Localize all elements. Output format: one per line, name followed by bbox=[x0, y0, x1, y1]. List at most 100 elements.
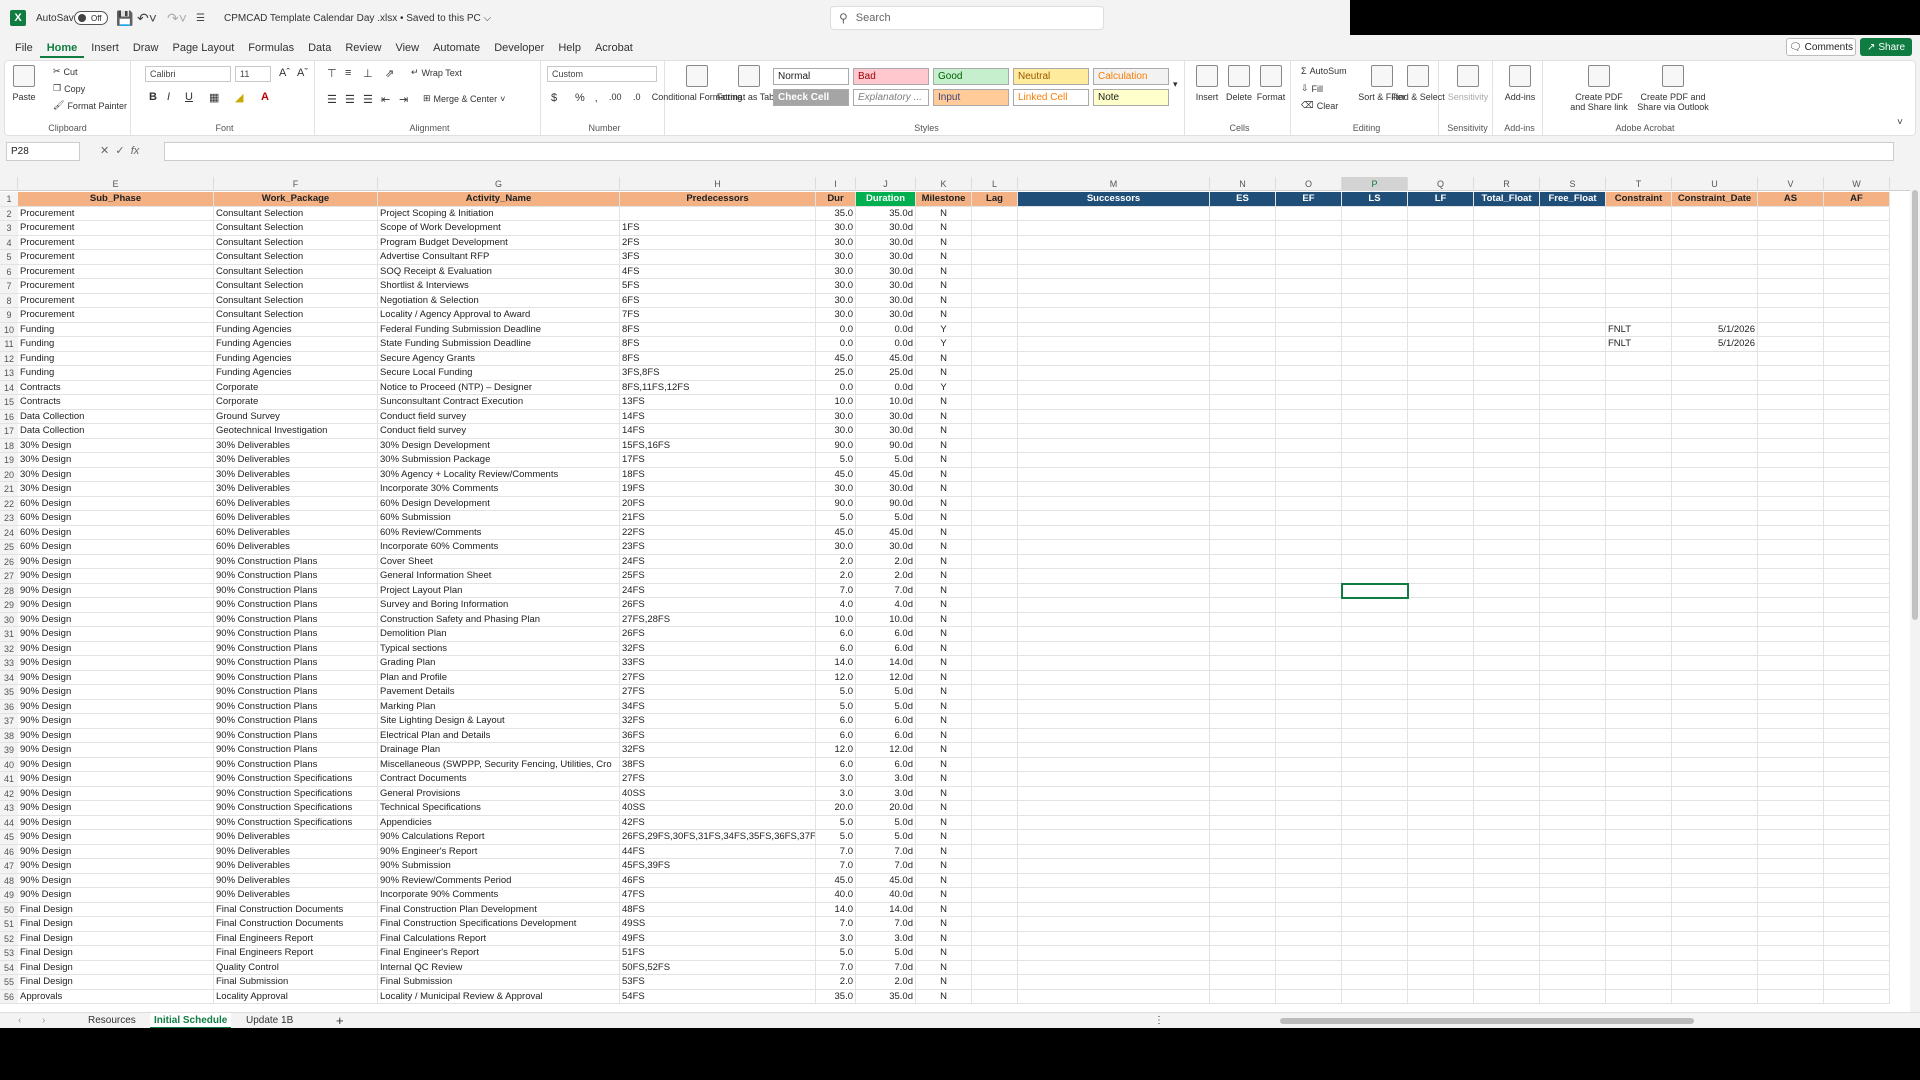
table-cell[interactable]: Program Budget Development bbox=[378, 235, 620, 250]
empty-cell[interactable] bbox=[1474, 685, 1540, 700]
table-cell[interactable]: 35.0 bbox=[816, 989, 856, 1004]
table-cell[interactable]: 14.0 bbox=[816, 656, 856, 671]
table-cell[interactable]: 50FS,52FS bbox=[620, 960, 816, 975]
empty-cell[interactable] bbox=[1342, 989, 1408, 1004]
empty-cell[interactable] bbox=[1540, 685, 1606, 700]
table-cell[interactable]: Appendicies bbox=[378, 815, 620, 830]
empty-cell[interactable] bbox=[1824, 859, 1890, 874]
row-header[interactable]: 44 bbox=[0, 815, 18, 830]
empty-cell[interactable] bbox=[1276, 786, 1342, 801]
table-cell[interactable]: 10.0 bbox=[816, 612, 856, 627]
table-cell[interactable]: 45.0d bbox=[856, 351, 916, 366]
table-cell[interactable]: 90% Design bbox=[18, 612, 214, 627]
empty-cell[interactable] bbox=[1672, 264, 1758, 279]
table-cell[interactable]: 90% Construction Specifications bbox=[214, 801, 378, 816]
empty-cell[interactable] bbox=[1540, 235, 1606, 250]
empty-cell[interactable] bbox=[1210, 264, 1276, 279]
comments-button[interactable]: 🗨 Comments bbox=[1786, 38, 1856, 56]
empty-cell[interactable] bbox=[1408, 598, 1474, 613]
empty-cell[interactable] bbox=[1824, 583, 1890, 598]
table-cell[interactable]: 90% Construction Plans bbox=[214, 757, 378, 772]
table-cell[interactable]: 5.0d bbox=[856, 830, 916, 845]
empty-cell[interactable] bbox=[1018, 873, 1210, 888]
row-header[interactable]: 37 bbox=[0, 714, 18, 729]
empty-cell[interactable] bbox=[1824, 685, 1890, 700]
empty-cell[interactable] bbox=[1018, 293, 1210, 308]
empty-cell[interactable] bbox=[1408, 583, 1474, 598]
row-header[interactable]: 36 bbox=[0, 699, 18, 714]
empty-cell[interactable] bbox=[1018, 946, 1210, 961]
empty-cell[interactable] bbox=[1474, 743, 1540, 758]
empty-cell[interactable] bbox=[1408, 221, 1474, 236]
empty-cell[interactable] bbox=[1342, 627, 1408, 642]
empty-cell[interactable] bbox=[1018, 366, 1210, 381]
row-header[interactable]: 49 bbox=[0, 888, 18, 903]
table-cell[interactable]: N bbox=[916, 424, 972, 439]
empty-cell[interactable] bbox=[1408, 366, 1474, 381]
table-cell[interactable]: Funding Agencies bbox=[214, 366, 378, 381]
row-header[interactable]: 34 bbox=[0, 670, 18, 685]
empty-cell[interactable] bbox=[1606, 699, 1672, 714]
empty-cell[interactable] bbox=[1758, 279, 1824, 294]
table-cell[interactable]: 4.0 bbox=[816, 598, 856, 613]
empty-cell[interactable] bbox=[1474, 917, 1540, 932]
empty-cell[interactable] bbox=[1408, 902, 1474, 917]
table-cell[interactable]: Survey and Boring Information bbox=[378, 598, 620, 613]
empty-cell[interactable] bbox=[1824, 322, 1890, 337]
table-cell[interactable]: 6.0d bbox=[856, 641, 916, 656]
empty-cell[interactable] bbox=[1474, 627, 1540, 642]
table-cell[interactable]: 30.0d bbox=[856, 235, 916, 250]
empty-cell[interactable] bbox=[1408, 627, 1474, 642]
empty-cell[interactable] bbox=[1342, 250, 1408, 265]
header-cell[interactable]: Activity_Name bbox=[378, 192, 620, 207]
empty-cell[interactable] bbox=[1758, 264, 1824, 279]
empty-cell[interactable] bbox=[1018, 757, 1210, 772]
empty-cell[interactable] bbox=[1018, 743, 1210, 758]
tab-automate[interactable]: Automate bbox=[426, 38, 487, 58]
row-header[interactable]: 19 bbox=[0, 453, 18, 468]
empty-cell[interactable] bbox=[1824, 467, 1890, 482]
empty-cell[interactable] bbox=[1758, 235, 1824, 250]
empty-cell[interactable] bbox=[1540, 641, 1606, 656]
empty-cell[interactable] bbox=[1540, 583, 1606, 598]
empty-cell[interactable] bbox=[1672, 946, 1758, 961]
empty-cell[interactable] bbox=[1606, 612, 1672, 627]
formula-input[interactable] bbox=[164, 142, 1894, 161]
empty-cell[interactable] bbox=[1018, 931, 1210, 946]
empty-cell[interactable] bbox=[1606, 438, 1672, 453]
empty-cell[interactable] bbox=[1018, 801, 1210, 816]
empty-cell[interactable] bbox=[1276, 395, 1342, 410]
align-top-icon[interactable]: ⊤ bbox=[327, 67, 337, 80]
table-cell[interactable]: 7.0d bbox=[856, 844, 916, 859]
table-cell[interactable]: 8FS bbox=[620, 337, 816, 352]
table-cell[interactable]: 90% Construction Plans bbox=[214, 699, 378, 714]
empty-cell[interactable] bbox=[1210, 670, 1276, 685]
table-cell[interactable]: Consultant Selection bbox=[214, 221, 378, 236]
document-title[interactable]: CPMCAD Template Calendar Day .xlsx • Sav… bbox=[224, 0, 491, 36]
table-cell[interactable]: 6FS bbox=[620, 293, 816, 308]
column-header-f[interactable]: F bbox=[214, 177, 378, 191]
empty-cell[interactable] bbox=[1758, 975, 1824, 990]
empty-cell[interactable] bbox=[1824, 409, 1890, 424]
empty-cell[interactable] bbox=[1758, 250, 1824, 265]
table-cell[interactable]: 3.0d bbox=[856, 772, 916, 787]
empty-cell[interactable] bbox=[1758, 714, 1824, 729]
table-cell[interactable]: N bbox=[916, 525, 972, 540]
table-cell[interactable]: 30.0 bbox=[816, 235, 856, 250]
empty-cell[interactable] bbox=[1758, 728, 1824, 743]
table-cell[interactable]: 6.0d bbox=[856, 627, 916, 642]
empty-cell[interactable] bbox=[1018, 380, 1210, 395]
table-cell[interactable]: 27FS bbox=[620, 772, 816, 787]
table-cell[interactable]: 10.0d bbox=[856, 612, 916, 627]
empty-cell[interactable] bbox=[1018, 656, 1210, 671]
empty-cell[interactable] bbox=[1824, 424, 1890, 439]
table-cell[interactable]: 60% Design bbox=[18, 496, 214, 511]
table-cell[interactable]: 7.0d bbox=[856, 859, 916, 874]
empty-cell[interactable] bbox=[1606, 264, 1672, 279]
empty-cell[interactable] bbox=[1210, 902, 1276, 917]
column-header-h[interactable]: H bbox=[620, 177, 816, 191]
empty-cell[interactable] bbox=[1824, 250, 1890, 265]
empty-cell[interactable] bbox=[1342, 540, 1408, 555]
empty-cell[interactable] bbox=[1606, 931, 1672, 946]
tab-acrobat[interactable]: Acrobat bbox=[588, 38, 640, 58]
